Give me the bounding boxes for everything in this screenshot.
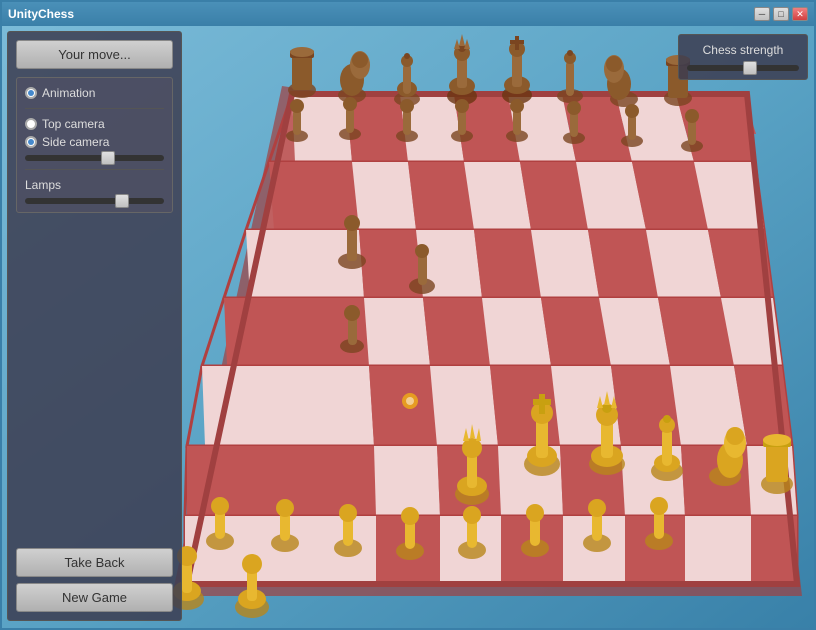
your-move-button[interactable]: Your move... [16,40,173,69]
top-camera-label: Top camera [42,117,105,131]
maximize-button[interactable]: □ [773,7,789,21]
animation-radio[interactable] [25,87,37,99]
lamps-label: Lamps [25,178,164,192]
camera-slider-track [25,155,164,161]
strength-slider-track [687,65,799,71]
window-title: UnityChess [8,7,74,21]
take-back-button[interactable]: Take Back [16,548,173,577]
app-window: UnityChess ─ □ ✕ [0,0,816,630]
top-camera-option[interactable]: Top camera [25,117,164,131]
camera-section: Top camera Side camera [25,117,164,161]
divider-2 [25,169,164,170]
new-game-button[interactable]: New Game [16,583,173,612]
lamps-slider-track [25,198,164,204]
strength-panel: Chess strength [678,34,808,80]
window-controls: ─ □ ✕ [754,7,808,21]
camera-slider-thumb[interactable] [101,151,115,165]
strength-label: Chess strength [687,43,799,57]
animation-option[interactable]: Animation [25,86,164,100]
side-camera-radio[interactable] [25,136,37,148]
action-buttons: Take Back New Game [16,548,173,612]
side-camera-option[interactable]: Side camera [25,135,164,149]
title-bar: UnityChess ─ □ ✕ [2,2,814,26]
main-content: Your move... Animation Top camera [2,26,816,630]
options-panel: Animation Top camera Side camera [16,77,173,213]
animation-label: Animation [42,86,95,100]
left-panel: Your move... Animation Top camera [7,31,182,621]
top-camera-radio[interactable] [25,118,37,130]
side-camera-label: Side camera [42,135,109,149]
strength-slider-thumb[interactable] [743,61,757,75]
lamps-slider-thumb[interactable] [115,194,129,208]
close-button[interactable]: ✕ [792,7,808,21]
divider-1 [25,108,164,109]
minimize-button[interactable]: ─ [754,7,770,21]
dark-rook-1 [288,47,316,98]
lamps-section: Lamps [25,178,164,204]
